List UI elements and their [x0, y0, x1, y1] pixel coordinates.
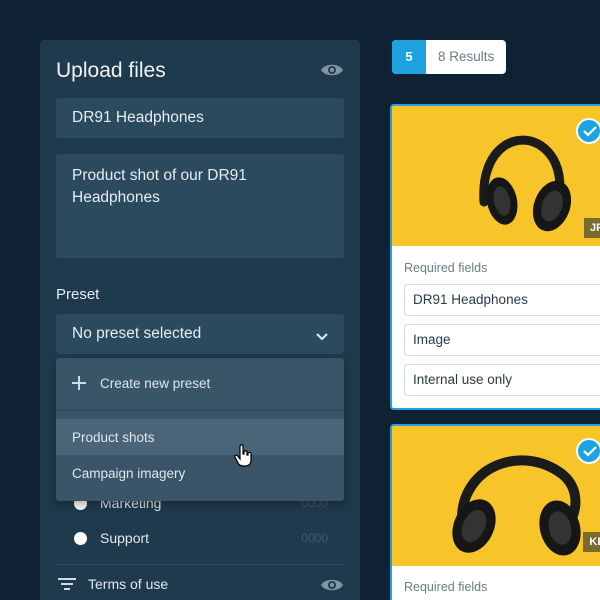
- headphones-image: KEY: [392, 426, 600, 566]
- required-fields-label: Required fields: [404, 261, 488, 275]
- hand-cursor-icon: [234, 444, 254, 473]
- check-icon[interactable]: [576, 438, 600, 464]
- file-type-badge: KEY: [583, 532, 600, 552]
- team-label-support: Support: [100, 530, 150, 546]
- results-count-badge[interactable]: 5 8 Results: [392, 40, 506, 74]
- filter-icon: [58, 577, 76, 596]
- plus-icon: [72, 376, 86, 395]
- divider: [56, 564, 344, 565]
- file-type-badge: JPG: [583, 218, 600, 238]
- headphones-image: JPG: [392, 106, 600, 246]
- preset-select[interactable]: No preset selected: [56, 314, 344, 354]
- upload-panel: Upload files DR91 Headphones Product sho…: [40, 40, 360, 600]
- card-usage-field[interactable]: Internal use only: [404, 364, 600, 396]
- card-type-field[interactable]: Image: [404, 324, 600, 356]
- required-fields-label: Required fields: [404, 580, 488, 594]
- preset-dropdown-menu: Create new preset Product shots Campaign…: [56, 358, 344, 501]
- create-new-preset-item[interactable]: Create new preset: [56, 358, 344, 410]
- preset-select-value: No preset selected: [72, 325, 202, 342]
- asset-card[interactable]: JPG Required fields DR91 Headphones Imag…: [390, 104, 600, 410]
- terms-of-use-label: Terms of use: [88, 576, 169, 592]
- panel-title: Upload files: [56, 59, 166, 82]
- selected-count: 5: [392, 40, 426, 74]
- team-count-support: 0000: [301, 531, 328, 545]
- results-total: 8 Results: [438, 49, 495, 64]
- eye-icon[interactable]: [320, 62, 344, 76]
- radio-support[interactable]: [74, 532, 87, 545]
- chevron-down-icon: [316, 328, 328, 346]
- check-icon[interactable]: [576, 118, 600, 144]
- name-field[interactable]: DR91 Headphones: [56, 98, 344, 138]
- create-new-preset-label: Create new preset: [100, 376, 211, 391]
- eye-icon[interactable]: [320, 577, 344, 591]
- description-field[interactable]: Product shot of our DR91 Headphones: [56, 154, 344, 258]
- preset-option-campaign-imagery[interactable]: Campaign imagery: [56, 455, 344, 491]
- card-title-field[interactable]: DR91 Headphones: [404, 284, 600, 316]
- preset-label: Preset: [56, 286, 100, 303]
- preset-option-product-shots[interactable]: Product shots: [56, 419, 344, 455]
- dropdown-divider: [56, 410, 344, 411]
- asset-card[interactable]: KEY Required fields: [390, 424, 600, 600]
